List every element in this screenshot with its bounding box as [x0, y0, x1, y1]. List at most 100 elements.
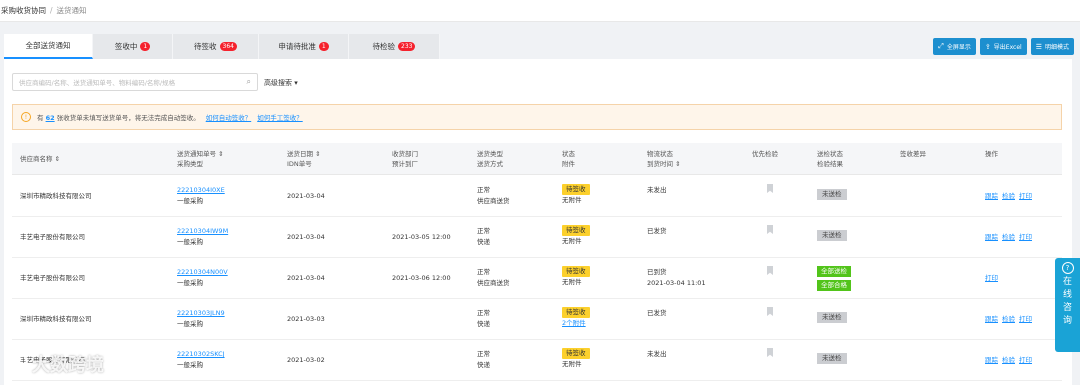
col-label: 送货类型 [477, 150, 503, 158]
op-link[interactable]: 跟踪 [985, 233, 998, 241]
attachment-info: 无附件 [562, 360, 582, 368]
logistics-status: 已发货 [647, 309, 667, 317]
ops-cell: 跟踪 检验 打印 [985, 191, 1036, 202]
detail-mode-button[interactable]: ☰ 明细模式 [1030, 38, 1074, 55]
notice-text: 有 62 张收货单未填写送货单号，将无法完成自动签收。 [37, 112, 200, 122]
ship-type-cell: 正常 供应商送货 [477, 267, 510, 289]
op-link[interactable]: 跟踪 [985, 192, 998, 200]
op-link[interactable]: 打印 [1019, 192, 1032, 200]
online-help-button[interactable]: ? 在 线 咨 询 [1055, 258, 1080, 352]
attachment-info: 无附件 [562, 196, 582, 204]
arrival-time: 2021-03-04 11:01 [647, 279, 706, 287]
export-excel-button[interactable]: ⇪ 导出Excel [979, 38, 1027, 55]
col-label: 送检状态 [817, 150, 843, 158]
op-link[interactable]: 打印 [1019, 356, 1032, 364]
notice-number-link[interactable]: 22210303JLN9 [177, 309, 225, 317]
manual-sign-help-link[interactable]: 如何手工签收？ [257, 112, 303, 122]
op-link[interactable]: 检验 [1002, 233, 1015, 241]
breadcrumb-current: 送货通知 [56, 6, 87, 15]
table-row: 丰艺电子股份有限公司 22210304N00V 一般采购 2021-03-04 2021… [12, 258, 1062, 299]
fullscreen-button[interactable]: ⤢ 全屏显示 [933, 38, 976, 55]
tab-label: 全部送货通知 [25, 41, 71, 50]
notice-banner: ! 有 62 张收货单未填写送货单号，将无法完成自动签收。 如何自动签收？ 如何… [12, 104, 1062, 130]
attachment-info[interactable]: 2个附件 [562, 319, 586, 327]
list-icon: ☰ [1035, 42, 1042, 51]
notice-number-link[interactable]: 22210304I0XE [177, 186, 225, 194]
ops-cell: 跟踪 检验 打印 [985, 314, 1036, 325]
inspect-status-badge: 未送检 [817, 230, 847, 241]
notice-cell: 22210304IW9M 一般采购 [177, 226, 228, 248]
notice-count[interactable]: 62 [46, 114, 55, 122]
ops-cell: 跟踪 检验 打印 [985, 232, 1036, 243]
breadcrumb-parent[interactable]: 采购收货协同 [1, 6, 46, 15]
ship-type: 正常 [477, 309, 490, 317]
col-logistics[interactable]: 物流状态 到货时间 ⇕ [647, 149, 681, 169]
logistics-status: 已到货 [647, 268, 667, 276]
op-link[interactable]: 检验 [1002, 315, 1015, 323]
sort-icon: ⇕ [54, 155, 61, 163]
logistics-cell: 已到货 2021-03-04 11:01 [647, 267, 706, 289]
col-label: 物流状态 [647, 150, 673, 158]
op-link[interactable]: 跟踪 [985, 315, 998, 323]
priority-flag-icon[interactable] [767, 184, 773, 193]
ship-date: 2021-03-03 [287, 315, 325, 323]
col-ship-date[interactable]: 送货日期 ⇕ IDN单号 [287, 149, 321, 169]
priority-flag-icon[interactable] [767, 307, 773, 316]
op-link[interactable]: 打印 [1019, 315, 1032, 323]
logistics-cell: 未发出 [647, 185, 667, 196]
col-sublabel: 到货时间 [647, 160, 673, 168]
ops-cell: 打印 [985, 273, 1002, 284]
ship-mode: 供应商送货 [477, 279, 510, 287]
tab-label: 签收中 [114, 42, 138, 51]
tab-pending-inspection[interactable]: 待检验 233 [349, 34, 440, 59]
op-link[interactable]: 打印 [1019, 233, 1032, 241]
col-dept: 收货部门 预计到厂 [392, 149, 418, 169]
ship-type: 正常 [477, 227, 490, 235]
notice-cell: 22210302SKCJ 一般采购 [177, 349, 225, 371]
auto-sign-help-link[interactable]: 如何自动签收？ [206, 112, 252, 122]
tab-label: 申请待批准 [278, 42, 316, 51]
advanced-search-label: 高级搜索 [264, 79, 292, 87]
breadcrumb-separator: / [50, 6, 53, 15]
tab-pending-approval[interactable]: 申请待批准 1 [259, 34, 349, 59]
tab-all[interactable]: 全部送货通知 [4, 34, 93, 59]
ship-type: 正常 [477, 350, 490, 358]
tab-badge: 1 [140, 42, 151, 51]
tab-signing[interactable]: 签收中 1 [93, 34, 173, 59]
tab-pending-sign[interactable]: 待签收 364 [173, 34, 259, 59]
notice-number-link[interactable]: 22210302SKCJ [177, 350, 225, 358]
notice-message: 张收货单未填写送货单号，将无法完成自动签收。 [56, 114, 200, 122]
breadcrumb: 采购收货协同 / 送货通知 [0, 0, 1080, 22]
tab-badge: 1 [318, 42, 329, 51]
op-link[interactable]: 检验 [1002, 192, 1015, 200]
priority-flag-icon[interactable] [767, 266, 773, 275]
op-link[interactable]: 跟踪 [985, 356, 998, 364]
inspect-status-badge: 未送检 [817, 189, 847, 200]
ship-date: 2021-03-02 [287, 356, 325, 364]
table-row: 深圳市精政科技有限公司 22210304I0XE 一般采购 2021-03-04 正常供… [12, 176, 1062, 217]
help-char: 询 [1062, 316, 1072, 326]
search-input[interactable]: 供应商编码/名称、送货通知单号、物料编码/名称/规格 ⌕ [12, 73, 258, 91]
op-link[interactable]: 打印 [985, 274, 998, 282]
col-sublabel: 采购类型 [177, 160, 203, 168]
col-sublabel: IDN单号 [287, 160, 312, 168]
ship-mode: 快递 [477, 320, 490, 328]
search-icon[interactable]: ⌕ [247, 77, 251, 87]
priority-flag-icon[interactable] [767, 225, 773, 234]
detail-mode-label: 明细模式 [1044, 44, 1069, 51]
op-link[interactable]: 检验 [1002, 356, 1015, 364]
status-badge: 待签收 [562, 348, 590, 359]
col-notice-no[interactable]: 送货通知单号 ⇕ 采购类型 [177, 149, 224, 169]
purchase-type: 一般采购 [177, 361, 203, 369]
advanced-search-toggle[interactable]: 高级搜索 ▾ [264, 78, 298, 88]
notice-number-link[interactable]: 22210304IW9M [177, 227, 228, 235]
col-ship-type: 送货类型 送货方式 [477, 149, 503, 169]
notice-number-link[interactable]: 22210304N00V [177, 268, 228, 276]
supplier-name: 丰艺电子股份有限公司 [20, 233, 85, 241]
eta-value: 2021-03-05 12:00 [392, 233, 451, 241]
purchase-type: 一般采购 [177, 320, 203, 328]
col-sublabel: 附件 [562, 160, 575, 168]
priority-flag-icon[interactable] [767, 348, 773, 357]
col-supplier[interactable]: 供应商名称 ⇕ [20, 154, 60, 164]
main-panel: 供应商编码/名称、送货通知单号、物料编码/名称/规格 ⌕ 高级搜索 ▾ ! 有 … [4, 59, 1072, 385]
